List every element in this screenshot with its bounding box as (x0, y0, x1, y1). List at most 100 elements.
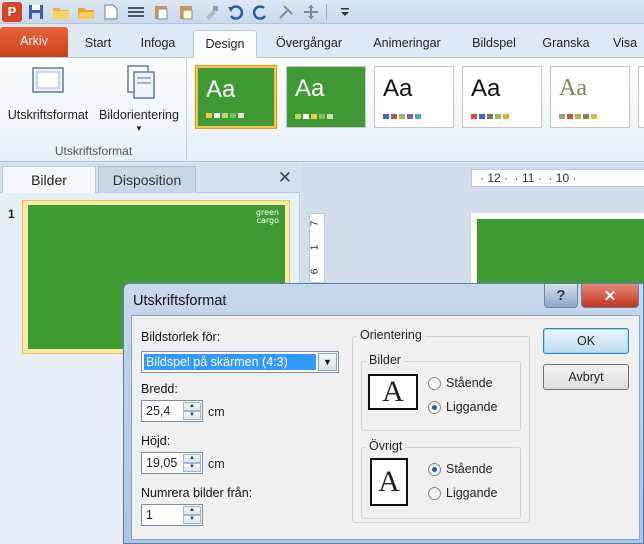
other-portrait-radio[interactable]: Stående (428, 462, 493, 476)
other-group-label: Övrigt (366, 439, 406, 453)
width-unit: cm (208, 405, 225, 419)
redo-icon[interactable] (250, 2, 272, 22)
theme-thumb-3[interactable]: Aa (374, 66, 454, 128)
theme-sample: Aa (559, 75, 587, 101)
tab-granska[interactable]: Granska (534, 30, 598, 57)
horizontal-ruler: · 12 · · 11 · · 10 · (471, 169, 644, 187)
ribbon: Utskriftsformat Bildorientering ▼ Utskri… (0, 58, 644, 162)
undo-icon[interactable] (225, 2, 247, 22)
number-from-value: 1 (146, 508, 153, 522)
spin-up-icon[interactable]: ▲ (183, 506, 201, 515)
quick-access-toolbar: P (0, 0, 644, 24)
theme-thumb-5[interactable]: Aa (550, 66, 630, 128)
dialog-body: Bildstorlek för: Bildspel på skärmen (4:… (131, 315, 640, 540)
page-setup-button[interactable]: Utskriftsformat (4, 64, 92, 122)
tab-infoga[interactable]: Infoga (130, 30, 186, 57)
slides-landscape-radio[interactable]: Liggande (428, 400, 497, 414)
ok-button[interactable]: OK (543, 328, 629, 354)
group-label: Utskriftsformat (54, 144, 133, 158)
height-unit: cm (208, 457, 225, 471)
tab-outline[interactable]: Disposition (98, 166, 196, 193)
slide-number: 1 (8, 207, 15, 221)
slides-portrait-label: Stående (446, 376, 493, 390)
slides-group-label: Bilder (366, 353, 404, 367)
dialog-title: Utskriftsformat (133, 293, 227, 309)
logo: green cargo (255, 208, 279, 225)
spin-down-icon[interactable]: ▼ (183, 463, 201, 472)
align-icon[interactable] (125, 2, 147, 22)
tab-overgangar[interactable]: Övergångar (264, 30, 354, 57)
theme-sample: Aa (383, 75, 413, 102)
slides-landscape-label: Liggande (446, 400, 498, 414)
theme-thumb-4[interactable]: Aa (462, 66, 542, 128)
page-setup-group: Utskriftsformat Bildorientering ▼ Utskri… (0, 58, 187, 162)
tab-arkiv[interactable]: Arkiv (0, 27, 68, 57)
other-orientation-group: Övrigt A Stående Liggande (361, 439, 521, 519)
slide-orientation-button[interactable]: Bildorientering ▼ (94, 64, 184, 133)
theme-sample: Aa (471, 75, 501, 102)
slide-size-select[interactable]: Bildspel på skärmen (4:3) ▼ (141, 351, 339, 373)
theme-sample: Aa (206, 76, 236, 103)
landscape-page-icon: A (368, 374, 418, 410)
theme-thumb-1[interactable]: Aa (196, 66, 276, 128)
pane-tabs: Bilder Disposition ✕ (0, 163, 300, 193)
page-setup-label: Utskriftsformat (7, 108, 89, 122)
powerpoint-icon[interactable]: P (2, 1, 22, 22)
radio-circle (428, 376, 441, 390)
tab-slides[interactable]: Bilder (2, 166, 96, 193)
open-icon[interactable] (50, 2, 72, 22)
tab-start[interactable]: Start (72, 30, 124, 57)
width-stepper[interactable]: 25,4 ▲ ▼ (141, 400, 203, 422)
spin-up-icon[interactable]: ▲ (183, 454, 201, 463)
slide-size-value: Bildspel på skärmen (4:3) (144, 354, 316, 370)
theme-sample: Aa (295, 75, 325, 102)
slides-orientation-group: Bilder A Stående Liggande (361, 353, 521, 431)
slide-orientation-icon (122, 64, 156, 100)
slide-size-label: Bildstorlek för: (141, 330, 221, 344)
paste-special-icon[interactable] (175, 2, 197, 22)
cancel-button[interactable]: Avbryt (543, 364, 629, 390)
radio-circle (428, 462, 441, 476)
other-portrait-label: Stående (446, 462, 493, 476)
slides-portrait-radio[interactable]: Stående (428, 376, 493, 390)
vertical-ruler: 7 1 6 (309, 213, 325, 283)
close-button[interactable]: ✕ (581, 284, 639, 308)
format-painter-icon[interactable] (200, 2, 222, 22)
slide-orientation-label: Bildorientering (99, 108, 179, 122)
radio-circle (428, 400, 441, 414)
number-from-stepper[interactable]: 1 ▲ ▼ (141, 504, 203, 526)
folder-icon[interactable] (75, 2, 97, 22)
help-button[interactable]: ? (544, 284, 578, 308)
save-icon[interactable] (25, 2, 47, 22)
new-document-icon[interactable] (100, 2, 122, 22)
spin-up-icon[interactable]: ▲ (183, 402, 201, 411)
tab-design[interactable]: Design (193, 30, 257, 58)
height-label: Höjd: (141, 434, 171, 448)
tab-animeringar[interactable]: Animeringar (361, 30, 453, 57)
other-landscape-radio[interactable]: Liggande (428, 486, 497, 500)
tab-bildspel[interactable]: Bildspel (462, 30, 526, 57)
theme-thumb-6[interactable] (638, 66, 644, 128)
tools-icon[interactable] (275, 2, 297, 22)
close-icon: ✕ (603, 287, 617, 305)
orientation-group: Orientering Bilder A Stående Liggande Öv… (352, 328, 530, 523)
orientation-label: Orientering (357, 328, 425, 342)
close-icon[interactable]: ✕ (278, 168, 292, 188)
arrange-icon[interactable] (300, 2, 322, 22)
other-landscape-label: Liggande (446, 486, 498, 500)
spin-down-icon[interactable]: ▼ (183, 411, 201, 420)
ribbon-tabs: Arkiv Start Infoga Design Övergångar Ani… (0, 24, 644, 58)
page-setup-dialog: Utskriftsformat ? ✕ Bildstorlek för: Bil… (123, 283, 644, 544)
theme-thumb-2[interactable]: Aa (286, 66, 366, 128)
width-value: 25,4 (146, 404, 171, 418)
spin-down-icon[interactable]: ▼ (183, 515, 201, 524)
toolbar-separator (326, 3, 327, 20)
customize-toolbar-icon[interactable] (334, 2, 356, 22)
height-stepper[interactable]: 19,05 ▲ ▼ (141, 452, 203, 474)
chevron-down-icon[interactable]: ▼ (318, 353, 337, 371)
page-setup-icon (31, 64, 65, 100)
paste-icon[interactable] (150, 2, 172, 22)
portrait-page-icon: A (370, 458, 408, 506)
tab-visa[interactable]: Visa (606, 30, 644, 57)
radio-circle (428, 486, 441, 500)
